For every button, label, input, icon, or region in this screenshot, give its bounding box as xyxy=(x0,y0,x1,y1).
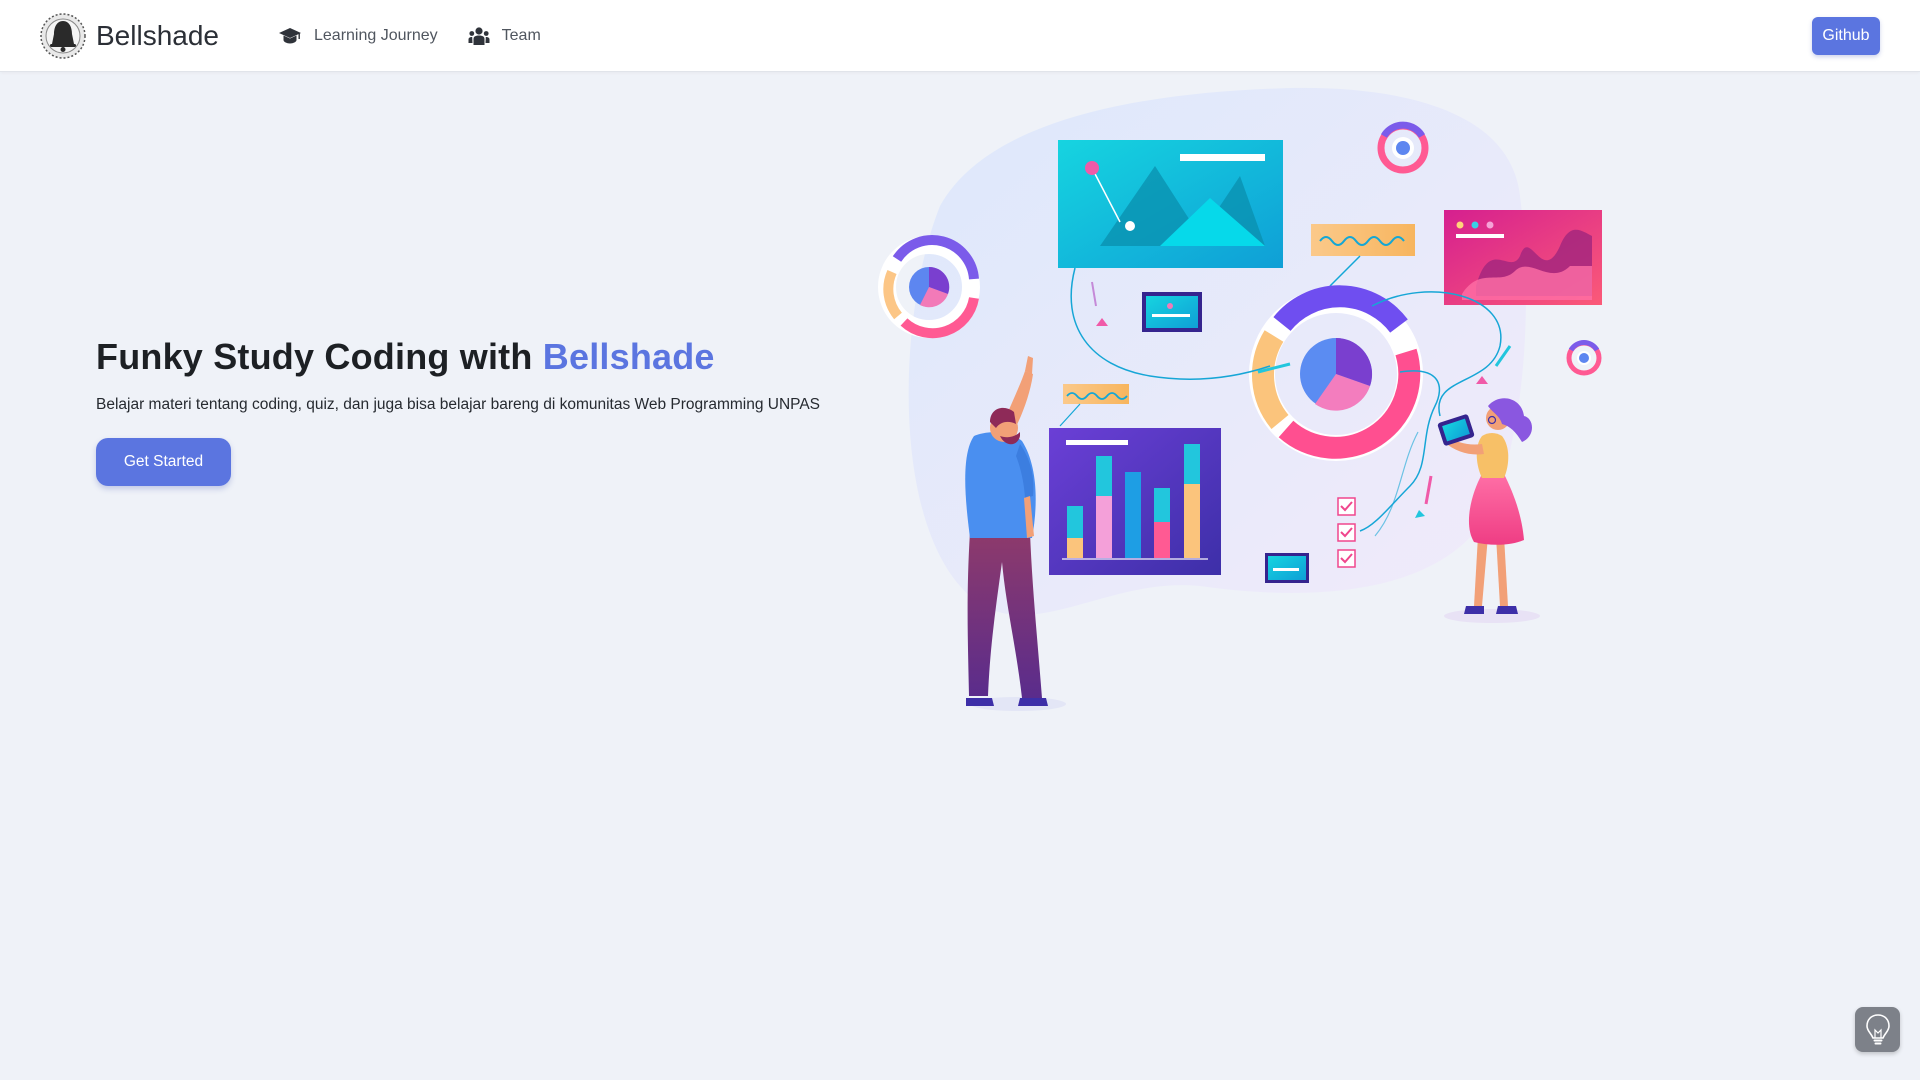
hero-title: Funky Study Coding with Bellshade xyxy=(96,336,856,378)
github-button[interactable]: Github xyxy=(1812,17,1880,55)
nav-team-label: Team xyxy=(501,27,541,44)
nav-learning-journey[interactable]: Learning Journey xyxy=(278,27,438,45)
navbar: Bellshade Learning Journey Team Github xyxy=(0,0,1920,72)
donut-chart-small-right xyxy=(1566,339,1602,376)
checklist-icons xyxy=(1337,497,1356,568)
data-analytics-illustration xyxy=(878,87,1602,711)
hero-title-brand: Bellshade xyxy=(542,336,715,377)
brand-link[interactable]: Bellshade xyxy=(40,12,219,60)
nav-team[interactable]: Team xyxy=(468,26,541,46)
brand-name: Bellshade xyxy=(96,20,219,51)
hero-section: Funky Study Coding with Bellshade Belaja… xyxy=(96,336,856,486)
graduation-cap-icon xyxy=(279,28,301,44)
nav-learning-journey-label: Learning Journey xyxy=(314,27,438,44)
hero-title-prefix: Funky Study Coding with xyxy=(96,336,543,377)
help-button[interactable] xyxy=(1855,1007,1900,1052)
nav-links: Learning Journey Team xyxy=(278,0,571,72)
users-icon xyxy=(468,27,490,45)
get-started-button[interactable]: Get Started xyxy=(96,438,231,486)
bar-chart-board xyxy=(1049,428,1221,575)
bell-logo-icon xyxy=(40,13,86,59)
hero-subtitle: Belajar materi tentang coding, quiz, dan… xyxy=(96,396,821,413)
lightbulb-icon xyxy=(1865,1013,1890,1044)
